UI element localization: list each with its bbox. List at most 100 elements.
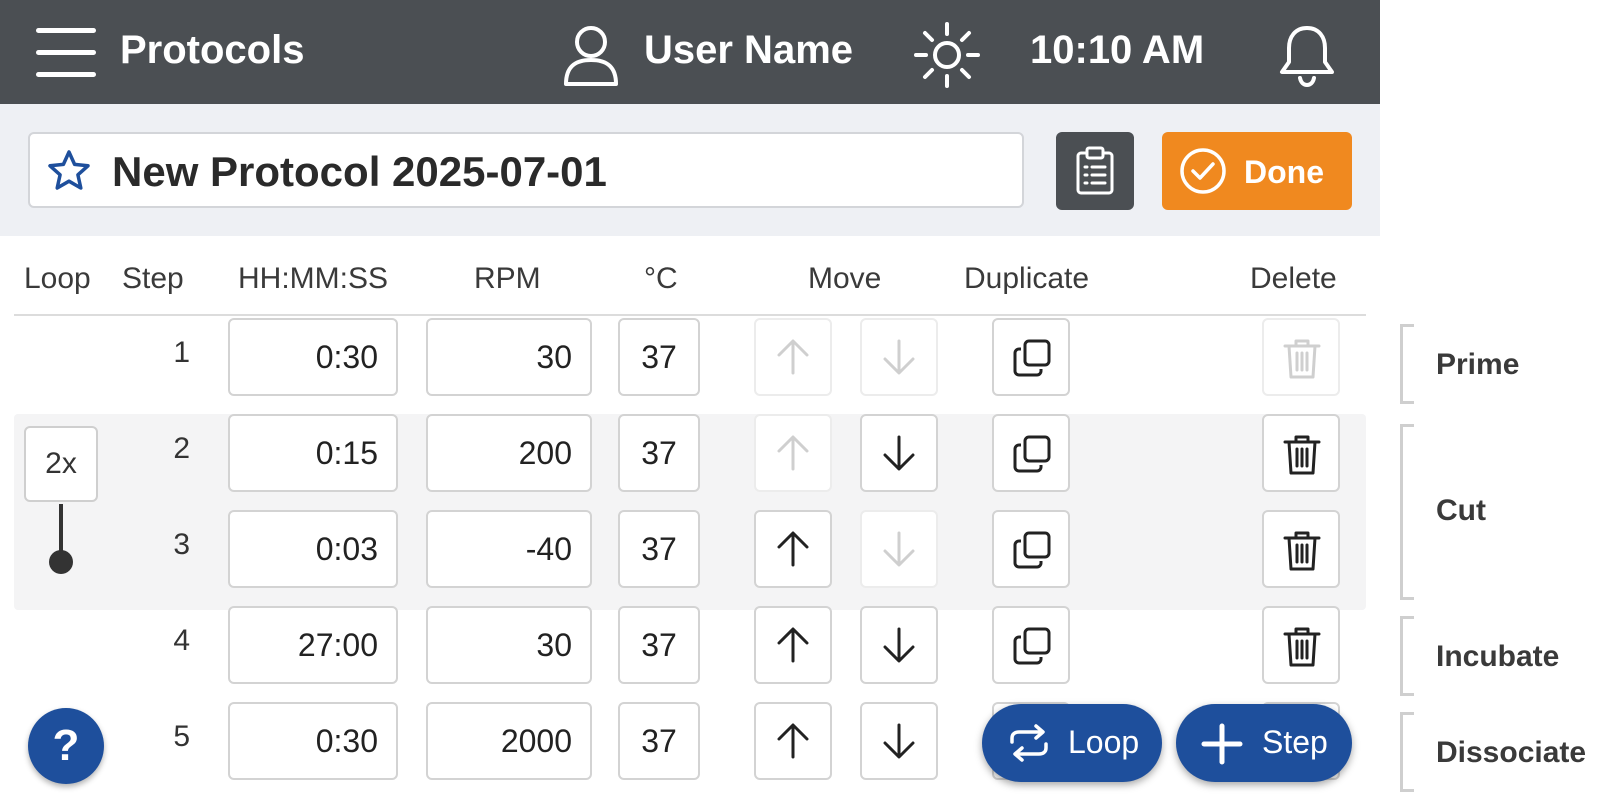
- user-name[interactable]: User Name: [644, 28, 853, 73]
- add-step-button[interactable]: Step: [1176, 704, 1352, 782]
- add-loop-button[interactable]: Loop: [982, 704, 1162, 782]
- move-down-button[interactable]: [860, 606, 938, 684]
- duplicate-button[interactable]: [992, 606, 1070, 684]
- stage-bracket: [1400, 712, 1414, 792]
- help-button[interactable]: ?: [28, 708, 104, 784]
- arrow-up-icon: [777, 435, 809, 471]
- stage-bracket: [1400, 324, 1414, 404]
- time-field[interactable]: 0:30: [228, 318, 398, 396]
- column-header-delete: Delete: [1250, 262, 1337, 295]
- done-button[interactable]: Done: [1162, 132, 1352, 210]
- duplicate-button[interactable]: [992, 510, 1070, 588]
- trash-icon: [1283, 531, 1321, 571]
- move-up-button[interactable]: [754, 318, 832, 396]
- clock: 10:10 AM: [1030, 28, 1205, 72]
- move-down-button[interactable]: [860, 510, 938, 588]
- user-icon[interactable]: [558, 22, 624, 88]
- protocol-name-field[interactable]: New Protocol 2025-07-01: [28, 132, 1024, 208]
- column-header-rpm: RPM: [474, 262, 541, 295]
- stage-label-dissociate: Dissociate: [1436, 736, 1587, 769]
- duplicate-icon: [1013, 627, 1051, 665]
- protocol-name[interactable]: New Protocol 2025-07-01: [112, 148, 607, 196]
- step-number: 5: [173, 720, 190, 753]
- add-loop-label: Loop: [1068, 724, 1140, 760]
- step-number: 3: [173, 528, 190, 561]
- arrow-up-icon: [777, 339, 809, 375]
- stage-bracket: [1400, 424, 1414, 600]
- app-header: Protocols User Name 10:10 AM: [0, 0, 1380, 104]
- temp-field[interactable]: 37: [618, 414, 700, 492]
- delete-button[interactable]: [1262, 414, 1340, 492]
- column-header-duplicate: Duplicate: [964, 262, 1090, 295]
- step-number: 1: [173, 336, 190, 369]
- done-label: Done: [1244, 154, 1324, 190]
- arrow-down-icon: [883, 531, 915, 567]
- star-icon[interactable]: [46, 148, 92, 194]
- clipboard-icon: [1076, 146, 1114, 195]
- trash-icon: [1283, 627, 1321, 667]
- delete-button[interactable]: [1262, 318, 1340, 396]
- duplicate-icon: [1013, 531, 1051, 569]
- move-down-button[interactable]: [860, 702, 938, 780]
- move-up-button[interactable]: [754, 606, 832, 684]
- delete-button[interactable]: [1262, 510, 1340, 588]
- stage-label-incubate: Incubate: [1436, 640, 1560, 673]
- time-field[interactable]: 27:00: [228, 606, 398, 684]
- trash-icon: [1283, 339, 1321, 379]
- delete-button[interactable]: [1262, 606, 1340, 684]
- step-row: 1 0:30 30 37: [0, 310, 1380, 406]
- time-field[interactable]: 0:15: [228, 414, 398, 492]
- stage-bracket: [1400, 616, 1414, 696]
- move-up-button[interactable]: [754, 414, 832, 492]
- add-step-label: Step: [1262, 724, 1328, 760]
- step-row: 3 0:03 -40 37: [0, 502, 1380, 598]
- move-up-button[interactable]: [754, 510, 832, 588]
- column-header-temp: °C: [644, 262, 678, 295]
- arrow-up-icon: [777, 531, 809, 567]
- step-row: 5 0:30 2000 37: [0, 694, 1380, 790]
- bell-icon[interactable]: [1276, 22, 1338, 88]
- duplicate-button[interactable]: [992, 318, 1070, 396]
- step-row: 4 27:00 30 37: [0, 598, 1380, 694]
- move-down-button[interactable]: [860, 414, 938, 492]
- menu-icon[interactable]: [36, 28, 96, 78]
- rpm-field[interactable]: 30: [426, 606, 592, 684]
- clipboard-button[interactable]: [1056, 132, 1134, 210]
- arrow-down-icon: [883, 435, 915, 471]
- temp-field[interactable]: 37: [618, 606, 700, 684]
- plus-icon: [1201, 723, 1243, 765]
- arrow-up-icon: [777, 627, 809, 663]
- duplicate-icon: [1013, 339, 1051, 377]
- column-header-time: HH:MM:SS: [238, 262, 388, 295]
- rpm-field[interactable]: -40: [426, 510, 592, 588]
- temp-field[interactable]: 37: [618, 702, 700, 780]
- sun-icon[interactable]: [912, 20, 982, 90]
- check-circle-icon: [1180, 148, 1226, 194]
- time-field[interactable]: 0:30: [228, 702, 398, 780]
- duplicate-icon: [1013, 435, 1051, 473]
- rpm-field[interactable]: 30: [426, 318, 592, 396]
- temp-field[interactable]: 37: [618, 318, 700, 396]
- time-field[interactable]: 0:03: [228, 510, 398, 588]
- move-up-button[interactable]: [754, 702, 832, 780]
- duplicate-button[interactable]: [992, 414, 1070, 492]
- step-row: 2 0:15 200 37: [0, 406, 1380, 502]
- arrow-down-icon: [883, 723, 915, 759]
- app-title: Protocols: [120, 28, 305, 72]
- protocol-name-bar: New Protocol 2025-07-01 Done: [0, 104, 1380, 236]
- arrow-up-icon: [777, 723, 809, 759]
- move-down-button[interactable]: [860, 318, 938, 396]
- loop-icon: [1010, 724, 1048, 762]
- step-number: 2: [173, 432, 190, 465]
- rpm-field[interactable]: 2000: [426, 702, 592, 780]
- step-number: 4: [173, 624, 190, 657]
- stage-label-prime: Prime: [1436, 348, 1520, 381]
- stage-label-cut: Cut: [1436, 494, 1486, 527]
- arrow-down-icon: [883, 627, 915, 663]
- trash-icon: [1283, 435, 1321, 475]
- rpm-field[interactable]: 200: [426, 414, 592, 492]
- column-header-step: Step: [122, 262, 184, 295]
- temp-field[interactable]: 37: [618, 510, 700, 588]
- column-header-loop: Loop: [24, 262, 91, 295]
- column-header-move: Move: [808, 262, 882, 295]
